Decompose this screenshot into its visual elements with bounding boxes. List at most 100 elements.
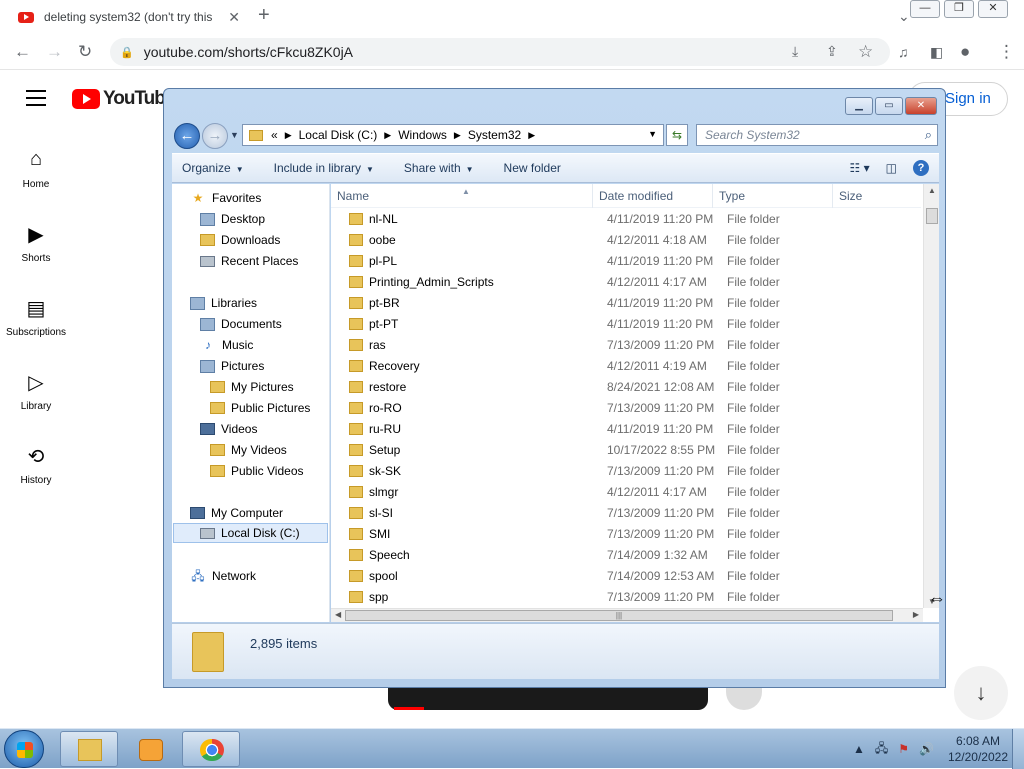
minimize-icon[interactable]: ▁ <box>845 97 873 115</box>
nav-videos[interactable]: Videos <box>200 419 257 439</box>
file-row[interactable]: restore 8/24/2021 12:08 AM File folder <box>331 376 921 397</box>
restore-icon[interactable]: ❐ <box>944 0 974 18</box>
file-row[interactable]: Speech 7/14/2009 1:32 AM File folder <box>331 544 921 565</box>
address-dropdown-icon[interactable]: ▼ <box>648 129 657 139</box>
organize-button[interactable]: Organize ▼ <box>182 161 244 175</box>
explorer-search-input[interactable]: Search System32 ⌕ <box>696 124 938 146</box>
nav-pictures[interactable]: Pictures <box>200 356 264 376</box>
hamburger-menu-icon[interactable] <box>26 90 46 111</box>
breadcrumb-separator-icon[interactable]: ▶ <box>454 130 461 141</box>
breadcrumb-overflow[interactable]: « <box>271 128 278 142</box>
nav-libraries[interactable]: Libraries <box>190 293 257 313</box>
file-row[interactable]: slmgr 4/12/2011 4:17 AM File folder <box>331 481 921 502</box>
sidebar-item-subscriptions[interactable]: ▤ Subscriptions <box>0 288 72 362</box>
file-row[interactable]: pt-PT 4/11/2019 11:20 PM File folder <box>331 313 921 334</box>
nav-public-videos[interactable]: Public Videos <box>210 461 304 481</box>
include-in-library-button[interactable]: Include in library ▼ <box>274 161 374 175</box>
dislike-button[interactable] <box>726 686 762 710</box>
column-header-name[interactable]: Name ▲ <box>331 184 593 208</box>
column-header-date[interactable]: Date modified <box>593 184 713 208</box>
reload-icon[interactable]: ↻ <box>78 42 92 62</box>
file-row[interactable]: Recovery 4/12/2011 4:19 AM File folder <box>331 355 921 376</box>
file-row[interactable]: pt-BR 4/11/2019 11:20 PM File folder <box>331 292 921 313</box>
nav-downloads[interactable]: Downloads <box>200 230 280 250</box>
action-center-flag-icon[interactable]: ⚑ <box>898 742 909 756</box>
column-header-size[interactable]: Size <box>833 184 921 208</box>
install-icon[interactable]: ⤓ <box>792 43 798 60</box>
nav-music[interactable]: ♪ Music <box>200 335 253 355</box>
file-row[interactable]: Printing_Admin_Scripts 4/12/2011 4:17 AM F… <box>331 271 921 292</box>
file-row[interactable]: SMI 7/13/2009 11:20 PM File folder <box>331 523 921 544</box>
close-icon[interactable]: ✕ <box>978 0 1008 18</box>
recent-pages-chevron-icon[interactable]: ▼ <box>230 130 239 140</box>
lock-icon[interactable]: 🔒 <box>120 46 134 59</box>
profile-avatar-icon[interactable]: ● <box>960 42 970 62</box>
file-row[interactable]: Setup 10/17/2022 8:55 PM File folder <box>331 439 921 460</box>
forward-arrow-icon[interactable]: → <box>46 42 63 62</box>
taskbar-media-player-button[interactable] <box>121 731 179 767</box>
breadcrumb-separator-icon[interactable]: ▶ <box>384 130 391 141</box>
breadcrumb-separator-icon[interactable]: ▶ <box>285 130 292 141</box>
bookmark-star-icon[interactable]: ☆ <box>858 42 873 62</box>
taskbar-explorer-button[interactable] <box>60 731 118 767</box>
forward-button[interactable]: → <box>202 123 228 149</box>
show-desktop-button[interactable] <box>1012 729 1024 769</box>
nav-my-pictures[interactable]: My Pictures <box>210 377 294 397</box>
breadcrumb-windows[interactable]: Windows <box>398 128 447 142</box>
minimize-icon[interactable]: — <box>910 0 940 18</box>
next-short-button[interactable]: ↓ <box>954 666 1008 720</box>
help-icon[interactable]: ? <box>913 160 929 176</box>
nav-network[interactable]: 🖧 Network <box>190 566 256 586</box>
nav-favorites[interactable]: ★ Favorites <box>190 188 262 208</box>
file-row[interactable]: spool 7/14/2009 12:53 AM File folder <box>331 565 921 586</box>
new-folder-button[interactable]: New folder <box>504 161 561 175</box>
browser-tab[interactable]: deleting system32 (don't try this ✕ <box>8 0 250 34</box>
file-row[interactable]: ru-RU 4/11/2019 11:20 PM File folder <box>331 418 921 439</box>
horizontal-scrollbar[interactable]: ◀ ||| ▶ <box>331 608 923 622</box>
file-row[interactable]: ras 7/13/2009 11:20 PM File folder <box>331 334 921 355</box>
explorer-address-bar[interactable]: « ▶ Local Disk (C:) ▶ Windows ▶ System32… <box>242 124 664 146</box>
new-tab-icon[interactable]: + <box>258 4 270 27</box>
sidebar-item-shorts[interactable]: ▶ Shorts <box>0 214 72 288</box>
scroll-up-icon[interactable]: ▲ <box>928 186 936 195</box>
clock[interactable]: 6:08 AM 12/20/2022 <box>948 733 1008 765</box>
nav-public-pictures[interactable]: Public Pictures <box>210 398 310 418</box>
file-row[interactable]: ro-RO 7/13/2009 11:20 PM File folder <box>331 397 921 418</box>
nav-documents[interactable]: Documents <box>200 314 282 334</box>
taskbar-chrome-button[interactable] <box>182 731 240 767</box>
file-row[interactable]: sk-SK 7/13/2009 11:20 PM File folder <box>331 460 921 481</box>
file-row[interactable]: nl-NL 4/11/2019 11:20 PM File folder <box>331 208 921 229</box>
nav-my-computer[interactable]: My Computer <box>190 503 283 523</box>
volume-icon[interactable]: 🔊 <box>919 742 934 756</box>
network-status-icon[interactable]: 🖧 <box>875 739 888 760</box>
change-view-icon[interactable]: ☷ ▾ <box>850 161 870 175</box>
nav-desktop[interactable]: Desktop <box>200 209 265 229</box>
media-control-icon[interactable]: ♫ <box>898 44 909 60</box>
nav-local-disk[interactable]: Local Disk (C:) <box>173 523 328 543</box>
back-button[interactable]: ← <box>174 123 200 149</box>
maximize-icon[interactable]: ▭ <box>875 97 903 115</box>
file-row[interactable]: pl-PL 4/11/2019 11:20 PM File folder <box>331 250 921 271</box>
shorts-video-player[interactable] <box>388 686 708 710</box>
file-row[interactable]: sl-SI 7/13/2009 11:20 PM File folder <box>331 502 921 523</box>
address-bar[interactable]: 🔒 youtube.com/shorts/cFkcu8ZK0jA <box>110 38 890 66</box>
scroll-left-icon[interactable]: ◀ <box>335 610 341 619</box>
youtube-logo[interactable]: YouTube <box>72 88 175 110</box>
breadcrumb-separator-icon[interactable]: ▶ <box>528 130 535 141</box>
column-header-type[interactable]: Type <box>713 184 833 208</box>
breadcrumb-system32[interactable]: System32 <box>468 128 521 142</box>
file-row[interactable]: spp 7/13/2009 11:20 PM File folder <box>331 586 921 607</box>
close-icon[interactable]: ✕ <box>905 97 937 115</box>
sidebar-item-history[interactable]: ⟲ History <box>0 436 72 510</box>
horizontal-scroll-thumb[interactable]: ||| <box>345 610 893 621</box>
nav-recent-places[interactable]: Recent Places <box>200 251 298 271</box>
start-button[interactable] <box>4 730 44 768</box>
nav-my-videos[interactable]: My Videos <box>210 440 287 460</box>
refresh-button[interactable]: ⇆ <box>666 124 688 146</box>
vertical-scrollbar[interactable]: ▲ ▼ <box>923 184 939 608</box>
scroll-right-icon[interactable]: ▶ <box>913 610 919 619</box>
menu-dots-icon[interactable]: ⋮ <box>998 42 1015 62</box>
breadcrumb-local-disk[interactable]: Local Disk (C:) <box>299 128 378 142</box>
sidebar-item-home[interactable]: ⌂ Home <box>0 140 72 214</box>
preview-pane-icon[interactable]: ◫ <box>886 161 897 175</box>
